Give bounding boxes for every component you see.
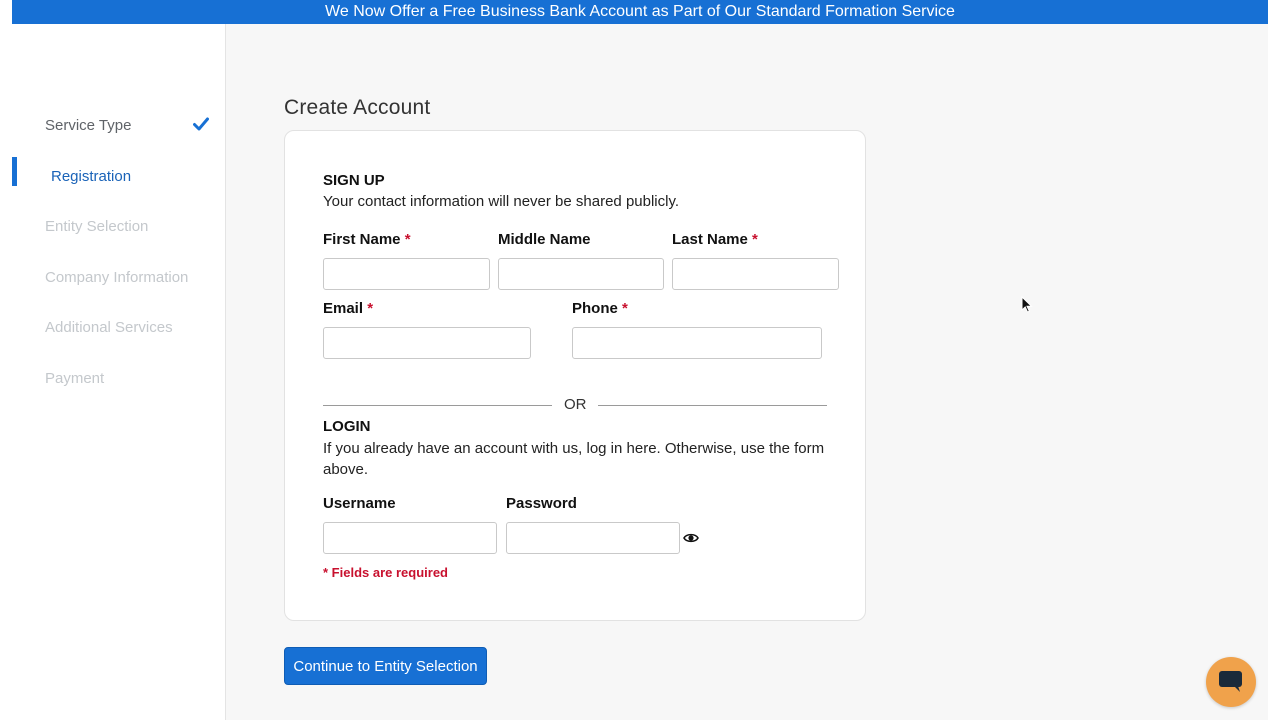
required-fields-note: * Fields are required (323, 565, 448, 580)
promo-banner[interactable]: We Now Offer a Free Business Bank Accoun… (12, 0, 1268, 24)
sidebar-step-service-type[interactable]: Service Type (45, 117, 131, 134)
username-field[interactable] (323, 522, 497, 554)
progress-sidebar: Service Type Registration Entity Selecti… (12, 24, 226, 720)
password-field[interactable] (506, 522, 680, 554)
sidebar-step-additional-services: Additional Services (45, 319, 173, 336)
login-subtitle: If you already have an account with us, … (323, 438, 824, 480)
required-asterisk: * (752, 231, 758, 248)
phone-field[interactable] (572, 327, 822, 359)
middle-name-field[interactable] (498, 258, 664, 290)
last-name-label-text: Last Name (672, 231, 748, 248)
first-name-label: First Name * (323, 231, 411, 248)
or-divider-text: OR (564, 396, 587, 413)
account-card: SIGN UP Your contact information will ne… (284, 130, 866, 621)
chat-bubble-icon (1219, 671, 1242, 692)
continue-button[interactable]: Continue to Entity Selection (284, 647, 487, 685)
main-content: Create Account SIGN UP Your contact info… (226, 24, 1268, 720)
frame-left (0, 0, 12, 720)
chat-widget-button[interactable] (1206, 657, 1256, 707)
eye-icon[interactable] (683, 531, 699, 545)
first-name-field[interactable] (323, 258, 490, 290)
required-asterisk: * (404, 231, 411, 248)
email-field[interactable] (323, 327, 531, 359)
frame-right (1268, 0, 1280, 720)
email-label-text: Email (323, 300, 364, 317)
phone-label: Phone * (572, 300, 628, 317)
password-label: Password (506, 495, 577, 512)
page-title: Create Account (284, 96, 431, 119)
first-name-label-text: First Name (323, 231, 401, 248)
login-subtitle-line2: above. (323, 461, 369, 478)
divider-line-right (598, 405, 827, 406)
sidebar-step-registration[interactable]: Registration (51, 168, 131, 185)
login-subtitle-line1: If you already have an account with us, … (323, 440, 825, 457)
username-label: Username (323, 495, 396, 512)
sidebar-step-payment: Payment (45, 370, 105, 387)
divider-line-left (323, 405, 552, 406)
last-name-label: Last Name * (672, 231, 758, 248)
signup-title: SIGN UP (323, 172, 385, 189)
email-label: Email * (323, 300, 373, 317)
mouse-cursor-icon (1021, 296, 1033, 313)
checkmark-icon (193, 117, 209, 131)
active-step-indicator (12, 157, 17, 186)
required-asterisk: * (622, 300, 628, 317)
middle-name-label: Middle Name (498, 231, 591, 248)
login-title: LOGIN (323, 418, 371, 435)
last-name-field[interactable] (672, 258, 839, 290)
sidebar-step-company-information: Company Information (45, 269, 189, 286)
phone-label-text: Phone (572, 300, 618, 317)
signup-subtitle: Your contact information will never be s… (323, 193, 680, 210)
required-asterisk: * (367, 300, 374, 317)
sidebar-step-entity-selection: Entity Selection (45, 218, 149, 235)
